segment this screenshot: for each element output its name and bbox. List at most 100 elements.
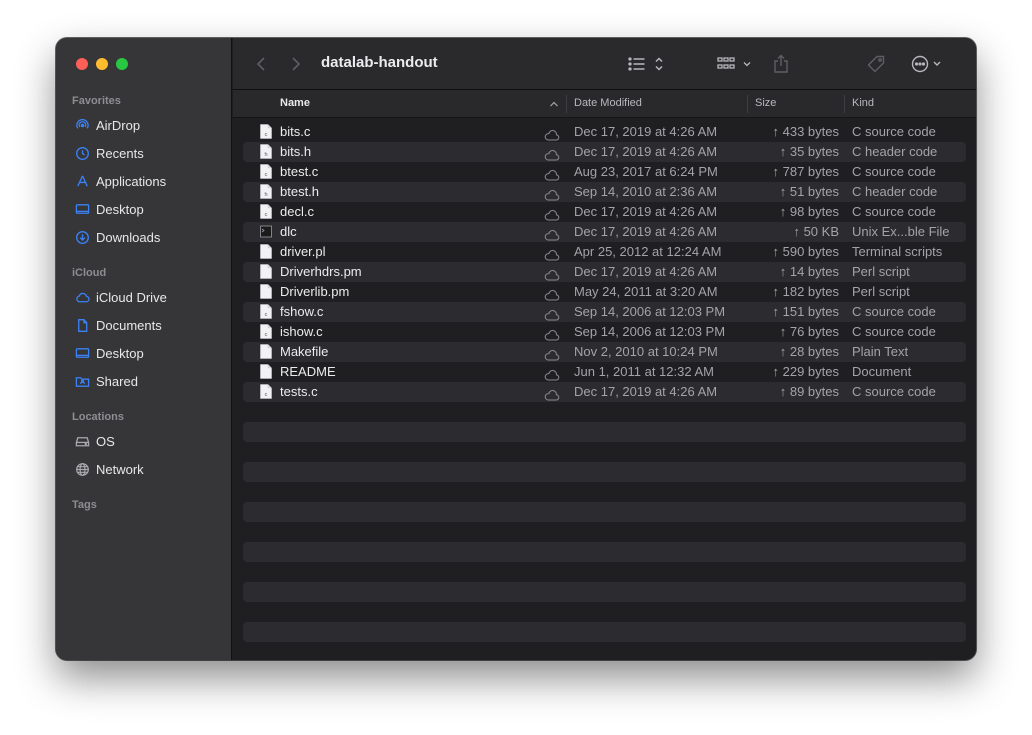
more-icon [911,55,941,73]
file-list: c bits.c Dec 17, 2019 at 4:26 AM ↑ 433 byte… [243,122,966,642]
sidebar-item-shared[interactable]: Shared [56,367,232,395]
window-controls [76,58,128,70]
action-menu-button[interactable] [910,52,948,76]
column-name[interactable]: Name [280,90,310,118]
table-row[interactable]: c ishow.c Sep 14, 2006 at 12:03 PM ↑ 76 byt… [243,322,966,342]
cloud-download-icon[interactable] [544,367,560,381]
airdrop-icon [74,117,90,133]
file-name: Driverlib.pm [280,284,350,299]
sidebar-item-desktop[interactable]: Desktop [56,195,232,223]
cloud-download-icon[interactable] [544,167,560,181]
empty-row [243,402,966,422]
file-kind: Perl script [852,284,910,299]
document-file-icon [260,264,272,279]
view-options-button[interactable] [626,52,666,76]
sort-chevron-up-icon[interactable] [549,90,559,118]
svg-text:c: c [265,332,268,338]
sidebar: Favorites AirDrop Recents Applications D… [56,38,232,660]
table-row[interactable]: Driverlib.pm May 24, 2011 at 3:20 AM ↑ 182… [243,282,966,302]
file-kind: C source code [852,164,936,179]
share-button[interactable] [771,52,791,76]
file-kind: C source code [852,204,936,219]
cloud-download-icon[interactable] [544,187,560,201]
table-row[interactable]: driver.pl Apr 25, 2012 at 12:24 AM ↑ 590 b… [243,242,966,262]
cloud-download-icon[interactable] [544,307,560,321]
file-name: tests.c [280,384,318,399]
file-size: ↑ 182 bytes [772,284,840,299]
empty-row [243,422,966,442]
sidebar-item-recents[interactable]: Recents [56,139,232,167]
sidebar-item-os[interactable]: OS [56,427,232,455]
table-row[interactable]: h bits.h Dec 17, 2019 at 4:26 AM ↑ 35 bytes… [243,142,966,162]
sidebar-item-icloud-drive[interactable]: iCloud Drive [56,283,232,311]
sidebar-item-icloud-desktop[interactable]: Desktop [56,339,232,367]
window-title: datalab-handout [321,54,438,71]
column-size[interactable]: Size [755,90,776,118]
file-kind: Document [852,364,912,379]
file-name: README [280,364,336,379]
sidebar-item-airdrop[interactable]: AirDrop [56,111,232,139]
toolbar: datalab-handout [233,38,976,90]
sidebar-item-documents[interactable]: Documents [56,311,232,339]
file-name: bits.c [280,124,311,139]
cloud-download-icon[interactable] [544,347,560,361]
sidebar-locations: Locations OS Network [56,409,232,483]
empty-row [243,622,966,642]
file-size: ↑ 98 bytes [779,204,839,219]
sidebar-item-label: OS [96,433,115,449]
cloud-download-icon[interactable] [544,267,560,281]
globe-icon [74,461,90,477]
sidebar-item-network[interactable]: Network [56,455,232,483]
table-row[interactable]: Makefile Nov 2, 2010 at 10:24 PM ↑ 28 byte… [243,342,966,362]
table-row[interactable]: c btest.c Aug 23, 2017 at 6:24 PM ↑ 787 byt… [243,162,966,182]
table-row[interactable]: c tests.c Dec 17, 2019 at 4:26 AM ↑ 89 byte… [243,382,966,402]
group-button[interactable] [716,52,756,76]
zoom-button[interactable] [116,58,128,70]
column-divider[interactable] [747,95,748,113]
file-date-modified: Sep 14, 2006 at 12:03 PM [574,304,726,319]
svg-text:h: h [264,192,267,198]
table-row[interactable]: c fshow.c Sep 14, 2006 at 12:03 PM ↑ 151 by… [243,302,966,322]
file-name: btest.c [280,164,319,179]
executable-icon [260,224,272,239]
cloud-download-icon[interactable] [544,287,560,301]
c-header-file-icon: h [260,184,272,199]
cloud-download-icon[interactable] [544,147,560,161]
document-icon [74,317,90,333]
column-divider[interactable] [566,95,567,113]
tags-button[interactable] [866,52,886,76]
table-row[interactable]: h btest.h Sep 14, 2010 at 2:36 AM ↑ 51 byte… [243,182,966,202]
column-divider[interactable] [844,95,845,113]
sidebar-item-downloads[interactable]: Downloads [56,223,232,251]
file-kind: C source code [852,384,936,399]
table-row[interactable]: dlc Dec 17, 2019 at 4:26 AM ↑ 50 KB Unix Ex… [243,222,966,242]
table-row[interactable]: README Jun 1, 2011 at 12:32 AM ↑ 229 bytes… [243,362,966,382]
table-row[interactable]: c bits.c Dec 17, 2019 at 4:26 AM ↑ 433 byte… [243,122,966,142]
file-size: ↑ 76 bytes [779,324,839,339]
cloud-download-icon[interactable] [544,227,560,241]
table-row[interactable]: Driverhdrs.pm Dec 17, 2019 at 4:26 AM ↑ 14… [243,262,966,282]
document-file-icon [260,284,272,299]
share-icon [774,54,788,73]
forward-button[interactable] [288,52,304,76]
cloud-download-icon[interactable] [544,327,560,341]
document-file-icon [260,244,272,259]
minimize-button[interactable] [96,58,108,70]
column-kind[interactable]: Kind [852,90,874,118]
file-size: ↑ 14 bytes [779,264,839,279]
sidebar-item-label: Recents [96,145,144,161]
file-size: ↑ 51 bytes [779,184,839,199]
table-row[interactable]: c decl.c Dec 17, 2019 at 4:26 AM ↑ 98 bytes… [243,202,966,222]
empty-row [243,482,966,502]
cloud-download-icon[interactable] [544,127,560,141]
close-button[interactable] [76,58,88,70]
file-size: ↑ 50 KB [793,224,839,239]
column-date-modified[interactable]: Date Modified [574,90,642,118]
back-button[interactable] [253,52,269,76]
cloud-download-icon[interactable] [544,247,560,261]
cloud-download-icon[interactable] [544,207,560,221]
sidebar-item-applications[interactable]: Applications [56,167,232,195]
cloud-download-icon[interactable] [544,387,560,401]
sidebar-item-label: Shared [96,373,138,389]
c-source-file-icon: c [260,164,272,179]
